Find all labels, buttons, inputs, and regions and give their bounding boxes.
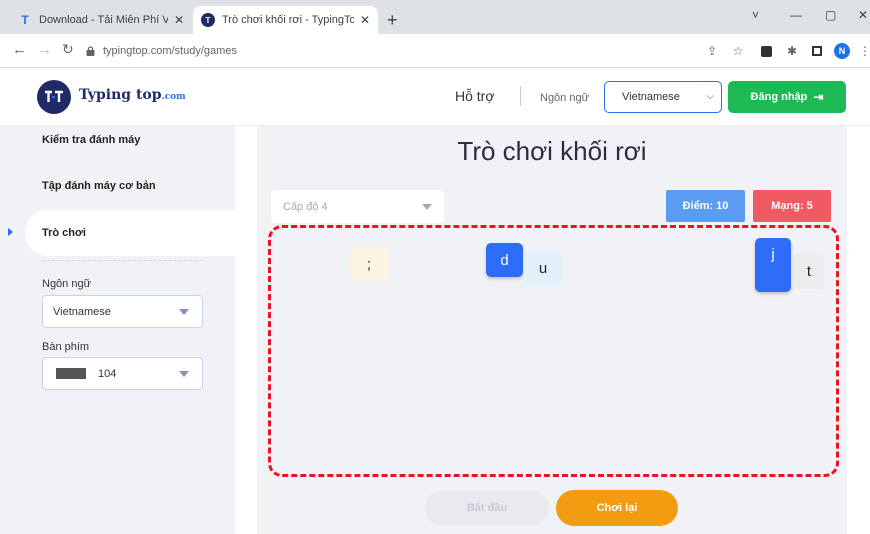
falling-block: j xyxy=(755,238,791,292)
maximize-button[interactable]: ▢ xyxy=(825,8,836,22)
falling-block: ; xyxy=(350,247,388,281)
sidebar-keyboard-label: Bàn phím xyxy=(42,341,90,353)
falling-block: t xyxy=(793,253,825,289)
header-divider xyxy=(520,86,521,106)
address-bar[interactable]: typingtop.com/study/games xyxy=(86,40,686,62)
sidebar-language-value: Vietnamese xyxy=(53,305,111,318)
login-arrow-icon: ⇥ xyxy=(813,90,824,104)
falling-block: u xyxy=(524,250,562,286)
forward-icon[interactable]: → xyxy=(37,41,52,58)
typingtop-favicon-icon: T xyxy=(21,13,29,27)
support-link[interactable]: Hỗ trợ xyxy=(455,88,495,104)
minimize-button[interactable]: — xyxy=(790,8,802,22)
new-tab-button[interactable]: + xyxy=(387,10,398,31)
puzzle-icon[interactable]: ✱ xyxy=(785,44,799,58)
chevron-down-icon: ⌵ xyxy=(706,91,714,102)
url-text: typingtop.com/study/games xyxy=(103,45,237,57)
reload-icon[interactable]: ↻ xyxy=(62,41,74,58)
login-label: Đăng nhập xyxy=(750,91,808,103)
language-select[interactable]: Vietnamese ⌵ xyxy=(604,81,722,113)
browser-tabstrip: T Download - Tải Miễn Phí VN - Pl ✕ T Tr… xyxy=(0,0,870,34)
typingtop-favicon-icon: T xyxy=(201,13,215,27)
share-icon[interactable]: ⇪ xyxy=(705,44,719,58)
tab-title: Trò chơi khối rơi - TypingTop xyxy=(222,14,354,26)
tab-search-icon[interactable]: ˅ xyxy=(752,8,759,22)
sidebar: Kiểm tra đánh máy Tập đánh máy cơ bản Tr… xyxy=(0,126,235,534)
sidebar-item-typing-test[interactable]: Kiểm tra đánh máy xyxy=(42,134,140,146)
level-value: Cấp độ 4 xyxy=(283,200,328,213)
sidebar-item-basic-typing[interactable]: Tập đánh máy cơ bản xyxy=(42,180,156,192)
menu-dots-icon[interactable]: ⋮ xyxy=(858,44,870,58)
replay-button[interactable]: Chơi lại xyxy=(556,490,678,526)
lives-badge: Mạng: 5 xyxy=(753,190,831,222)
page-title: Trò chơi khối rơi xyxy=(457,136,647,166)
lock-icon xyxy=(86,46,95,56)
close-tab-icon[interactable]: ✕ xyxy=(360,13,370,27)
extension-icon[interactable] xyxy=(759,44,773,58)
sidebar-language-select[interactable]: Vietnamese xyxy=(42,295,203,328)
browser-tab-download[interactable]: T Download - Tải Miễn Phí VN - Pl ✕ xyxy=(10,6,192,34)
browser-toolbar: ← → ↻ typingtop.com/study/games ⇪ ☆ ✱ N … xyxy=(0,34,870,68)
bookmark-star-icon[interactable]: ☆ xyxy=(731,44,745,58)
sidebar-active-marker xyxy=(8,228,13,236)
sidebar-item-games[interactable]: Trò chơi xyxy=(42,227,86,239)
browser-tab-game[interactable]: T Trò chơi khối rơi - TypingTop ✕ xyxy=(193,6,378,34)
profile-avatar[interactable]: N xyxy=(834,43,850,59)
back-icon[interactable]: ← xyxy=(12,41,27,58)
sidebar-language-label: Ngôn ngữ xyxy=(42,278,91,290)
login-button[interactable]: Đăng nhập ⇥ xyxy=(728,81,846,113)
game-area[interactable]: ; d u j t xyxy=(268,225,839,477)
dropdown-arrow-icon xyxy=(179,371,189,377)
falling-block: d xyxy=(486,243,523,277)
close-window-button[interactable]: ✕ xyxy=(858,8,868,22)
tab-title: Download - Tải Miễn Phí VN - Pl xyxy=(39,14,168,26)
site-header: Typing top.com Hỗ trợ Ngôn ngữ Vietnames… xyxy=(0,68,870,126)
score-badge: Điểm: 10 xyxy=(666,190,745,222)
main-content: Trò chơi khối rơi Cấp độ 4 Điểm: 10 Mạng… xyxy=(257,126,847,534)
start-button[interactable]: Bắt đầu xyxy=(425,490,549,526)
dropdown-arrow-icon xyxy=(422,204,432,210)
dropdown-arrow-icon xyxy=(179,309,189,315)
sidebar-divider xyxy=(42,260,202,261)
typingtop-logo-icon[interactable] xyxy=(37,80,71,114)
close-tab-icon[interactable]: ✕ xyxy=(174,13,184,27)
logo-text[interactable]: Typing top.com xyxy=(79,87,186,103)
sidebar-keyboard-value: 104 xyxy=(98,367,117,380)
sidebar-keyboard-select[interactable]: 104 xyxy=(42,357,203,390)
keyboard-icon xyxy=(56,368,86,379)
level-select[interactable]: Cấp độ 4 xyxy=(271,190,444,223)
sidepanel-icon[interactable] xyxy=(810,44,824,58)
language-select-value: Vietnamese xyxy=(622,91,680,103)
language-label: Ngôn ngữ xyxy=(540,92,589,104)
